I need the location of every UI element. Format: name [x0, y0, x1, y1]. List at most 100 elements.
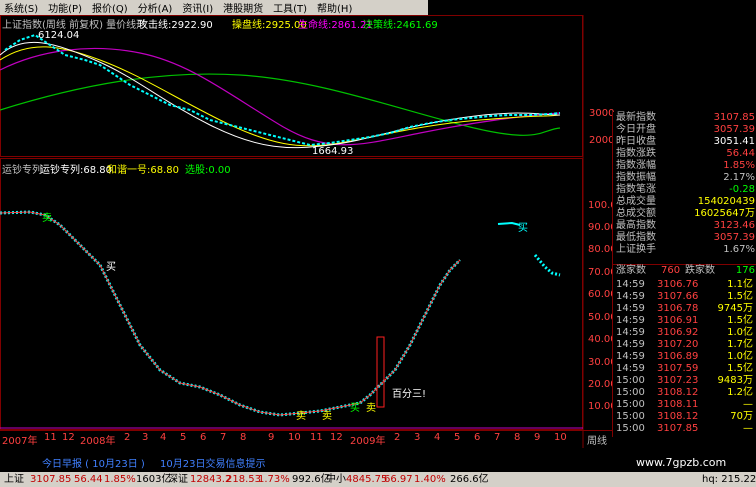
trade-price: 3107.59 [657, 363, 699, 374]
harmony-legend: 和谐一号:68.80 [107, 165, 179, 176]
info-row: 最新指数 3107.85 [613, 112, 756, 124]
signal-sell: 卖 [296, 411, 306, 422]
info-label: 指数涨跌 [616, 148, 656, 159]
trade-volume: 1.0亿 [727, 351, 753, 362]
trade-time: 15:00 [616, 375, 645, 386]
trade-volume: — [743, 399, 753, 410]
x-axis-label: 2009年 [350, 436, 386, 447]
trade-row: 14:59 3106.78 9745万 [613, 303, 756, 315]
attack-line [0, 41, 561, 149]
money-train-line [0, 210, 462, 417]
info-row: 最高指数 3123.46 [613, 220, 756, 232]
signal-buy: 买 [518, 223, 528, 234]
high-point-label: 6124.04 [38, 30, 80, 41]
down-count-label: 跌家数 [685, 265, 715, 276]
menu-tools[interactable]: 工具(T) [269, 0, 313, 15]
info-value: 3057.39 [713, 232, 755, 243]
x-axis-label: 7 [494, 432, 501, 443]
trade-time: 14:59 [616, 315, 645, 326]
info-value: 3107.85 [713, 112, 755, 123]
trade-time: 14:59 [616, 363, 645, 374]
x-axis-label: 4 [434, 432, 441, 443]
info-row: 上证换手 1.67% [613, 244, 756, 256]
menu-quote[interactable]: 报价(Q) [88, 0, 134, 15]
signal-buy: 买 [106, 262, 116, 273]
x-axis-label: 9 [534, 432, 541, 443]
trade-price: 3106.78 [657, 303, 699, 314]
trade-volume: 1.7亿 [727, 339, 753, 350]
sz-change: 218.53 [226, 474, 261, 485]
sh-amount: 1603亿 [136, 474, 172, 485]
trade-row: 14:59 3107.66 1.5亿 [613, 291, 756, 303]
trade-volume: 70万 [730, 411, 753, 422]
trade-row: 15:00 3108.11 — [613, 399, 756, 411]
upper-panel-frame [0, 15, 583, 157]
trade-volume: — [743, 423, 753, 434]
info-value: 1.67% [723, 244, 755, 255]
trade-time: 15:00 [616, 387, 645, 398]
menu-info[interactable]: 资讯(I) [178, 0, 219, 15]
zx-label[interactable]: 中小 [326, 472, 346, 487]
menu-function[interactable]: 功能(P) [44, 0, 88, 15]
info-label: 指数振幅 [616, 172, 656, 183]
x-axis-label: 10 [554, 432, 567, 443]
sh-label[interactable]: 上证 [4, 472, 24, 487]
trade-volume: 9483万 [717, 375, 753, 386]
trade-price: 3107.85 [657, 423, 699, 434]
sh-price: 3107.85 [30, 474, 72, 485]
news-bar: 今日早报 ( 10月23日 ) 10月23日交易信息提示 [0, 459, 612, 471]
trade-price: 3108.11 [657, 399, 699, 410]
info-value: 3123.46 [713, 220, 755, 231]
info-value: 56.44 [726, 148, 755, 159]
trade-time: 15:00 [616, 411, 645, 422]
menu-help[interactable]: 帮助(H) [313, 0, 358, 15]
zx-change: 66.97 [384, 474, 413, 485]
signal-sell: 卖 [322, 411, 332, 422]
info-label: 最低指数 [616, 232, 656, 243]
info-value: -0.28 [729, 184, 755, 195]
trade-volume: 1.5亿 [727, 315, 753, 326]
info-row: 昨日收盘 3051.41 [613, 136, 756, 148]
trade-time: 14:59 [616, 303, 645, 314]
menu-hk-futures[interactable]: 港股期货 [219, 0, 269, 15]
trade-time: 14:59 [616, 351, 645, 362]
percent-three-box [376, 336, 385, 408]
zx-price: 4845.75 [346, 474, 388, 485]
down-count-value: 176 [735, 265, 755, 276]
info-row: 指数涨跌 56.44 [613, 148, 756, 160]
upper-chart-title: 上证指数(周线 前复权) 量价线形 [2, 20, 147, 31]
news-link-morning-report[interactable]: 今日早报 ( 10月23日 ) [42, 459, 145, 471]
x-axis-label: 2 [124, 432, 131, 443]
info-label: 总成交额 [616, 208, 656, 219]
trade-price: 3107.66 [657, 291, 699, 302]
menu-analysis[interactable]: 分析(A) [134, 0, 179, 15]
sz-label[interactable]: 深证 [168, 472, 188, 487]
info-label: 上证换手 [616, 244, 656, 255]
info-row: 总成交量 154020439 [613, 196, 756, 208]
up-count-value: 760 [661, 265, 681, 276]
period-label[interactable]: 周线 [587, 432, 607, 447]
x-axis-label: 2008年 [80, 436, 116, 447]
trade-row: 14:59 3106.89 1.0亿 [613, 351, 756, 363]
trade-price: 3107.23 [657, 375, 699, 386]
x-axis-label: 11 [310, 432, 323, 443]
info-row: 总成交额 16025647万 [613, 208, 756, 220]
info-value: 1.85% [723, 160, 755, 171]
menu-system[interactable]: 系统(S) [0, 0, 44, 15]
info-row: 指数涨幅 1.85% [613, 160, 756, 172]
status-bar: 上证 3107.85 56.44 1.85% 1603亿 深证 12843.2 … [0, 472, 756, 487]
news-link-trading-tips[interactable]: 10月23日交易信息提示 [160, 459, 265, 471]
x-axis-label: 12 [62, 432, 75, 443]
sh-pct: 1.85% [104, 474, 136, 485]
x-axis-label: 11 [44, 432, 57, 443]
select-stock-legend: 选股:0.00 [185, 165, 231, 176]
trade-volume: 1.0亿 [727, 327, 753, 338]
upper-y-label-2000: 2000 [589, 135, 615, 146]
info-value: 154020439 [697, 196, 755, 207]
up-count-label: 涨家数 [616, 265, 646, 276]
signal-buy: 买 [350, 403, 360, 414]
chart-area[interactable]: 上证指数(周线 前复权) 量价线形 攻击线:2922.90 操盘线:2925.0… [0, 15, 617, 448]
info-value: 3051.41 [713, 136, 755, 147]
x-axis-label: 2007年 [2, 436, 38, 447]
zx-amount: 266.6亿 [450, 474, 489, 485]
